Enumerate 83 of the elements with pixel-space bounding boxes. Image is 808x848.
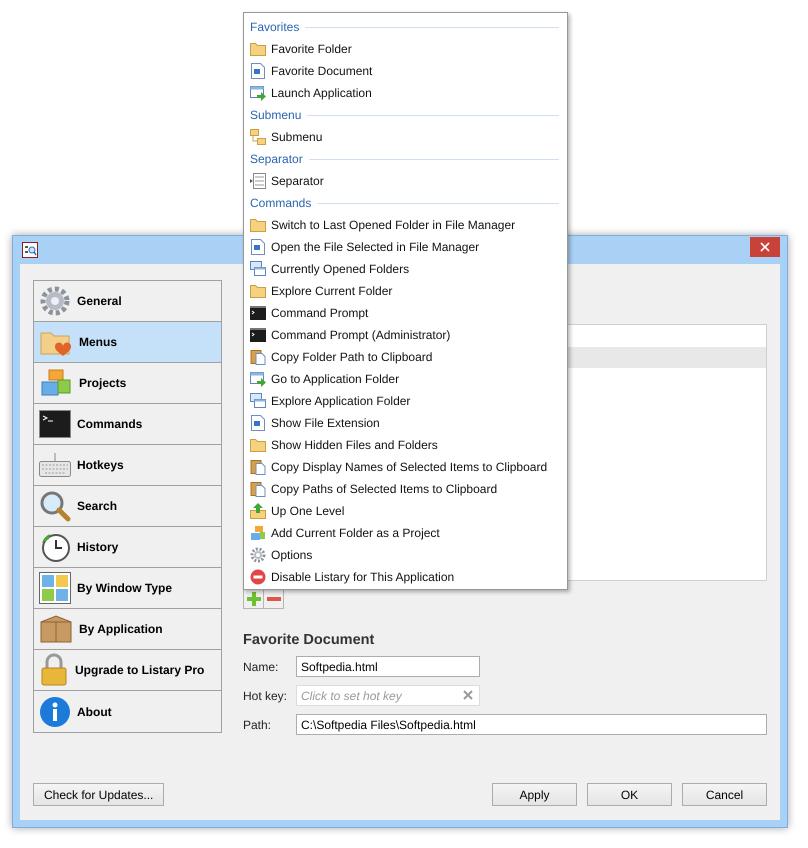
menu-item[interactable]: Up One Level (244, 500, 567, 522)
windows-icon (250, 261, 266, 277)
dialog-button[interactable]: Apply (492, 783, 577, 806)
search-icon (39, 490, 71, 522)
document-icon (250, 239, 266, 255)
menu-item[interactable]: Copy Paths of Selected Items to Clipboard (244, 478, 567, 500)
category-item[interactable]: Hotkeys (34, 445, 221, 486)
field-label: Name: (243, 660, 280, 674)
list-icon (250, 173, 266, 189)
dialog-button[interactable]: OK (587, 783, 672, 806)
menu-section-header: Separator (250, 152, 303, 166)
minus-icon (266, 596, 280, 600)
category-item[interactable]: Projects (34, 363, 221, 404)
clipboard-icon (250, 459, 266, 475)
menu-item[interactable]: Copy Folder Path to Clipboard (244, 346, 567, 368)
box-icon (39, 614, 73, 644)
document-icon (250, 63, 266, 79)
gear-icon (250, 547, 266, 563)
category-item[interactable]: History (34, 527, 221, 568)
field-label: Hot key: (243, 688, 288, 702)
window-grid-icon (39, 572, 71, 604)
document-icon (250, 415, 266, 431)
category-item[interactable]: By Window Type (34, 568, 221, 609)
menu-section-header: Submenu (250, 108, 302, 122)
terminal-icon (39, 410, 71, 438)
menu-item[interactable]: Command Prompt (244, 302, 567, 324)
menu-item[interactable]: Copy Display Names of Selected Items to Clipboard (244, 456, 567, 478)
menu-item[interactable]: Open the File Selected in File Manager (244, 236, 567, 258)
field-label: Path: (243, 718, 272, 732)
check-updates-button[interactable]: Check for Updates... (33, 783, 164, 806)
blocks-icon (250, 525, 266, 541)
category-item[interactable]: About (34, 691, 221, 732)
app-icon (22, 242, 38, 258)
folder-icon (250, 438, 266, 452)
hotkey-field[interactable]: Click to set hot key (296, 685, 480, 706)
section-heading: Favorite Document (243, 632, 376, 648)
close-icon (760, 242, 770, 252)
menu-item[interactable]: Separator (244, 170, 567, 192)
dialog-button[interactable]: Cancel (682, 783, 767, 806)
clock-icon (39, 531, 71, 563)
category-item[interactable]: By Application (34, 609, 221, 650)
lock-icon (39, 653, 69, 687)
menu-item[interactable]: Options (244, 544, 567, 566)
clipboard-icon (250, 349, 266, 365)
clear-icon[interactable] (463, 690, 473, 700)
folder-icon (250, 218, 266, 232)
menu-item[interactable]: Show Hidden Files and Folders (244, 434, 567, 456)
category-item[interactable]: Search (34, 486, 221, 527)
category-item[interactable]: Menus (34, 322, 221, 363)
menu-item[interactable]: Currently Opened Folders (244, 258, 567, 280)
plus-icon (246, 592, 260, 606)
menu-section-header: Commands (250, 196, 312, 210)
menu-item[interactable]: Disable Listary for This Application (244, 566, 567, 588)
stop-icon (250, 569, 266, 585)
clipboard-icon (250, 481, 266, 497)
info-icon (39, 696, 71, 728)
menu-item[interactable]: Command Prompt (Administrator) (244, 324, 567, 346)
terminal-icon (250, 306, 266, 320)
folder-tree-icon (250, 129, 266, 145)
folder-icon (250, 42, 266, 56)
category-item[interactable]: Upgrade to Listary Pro (34, 650, 221, 691)
up-arrow-folder-icon (250, 503, 266, 519)
remove-button[interactable] (263, 588, 284, 609)
folder-icon (250, 284, 266, 298)
menu-item[interactable]: Launch Application (244, 82, 567, 104)
menu-item[interactable]: Add Current Folder as a Project (244, 522, 567, 544)
terminal-icon (250, 328, 266, 342)
menu-item[interactable]: Favorite Document (244, 60, 567, 82)
windows-icon (250, 393, 266, 409)
menu-item[interactable]: Explore Application Folder (244, 390, 567, 412)
menu-item[interactable]: Favorite Folder (244, 38, 567, 60)
menu-item[interactable]: Show File Extension (244, 412, 567, 434)
menu-section-header: Favorites (250, 20, 300, 34)
keyboard-icon (39, 453, 71, 477)
menu-item[interactable]: Explore Current Folder (244, 280, 567, 302)
menu-item[interactable]: Switch to Last Opened Folder in File Manager (244, 214, 567, 236)
menu-item[interactable]: Submenu (244, 126, 567, 148)
close-button[interactable] (750, 237, 780, 257)
category-item[interactable]: Commands (34, 404, 221, 445)
menu-item[interactable]: Go to Application Folder (244, 368, 567, 390)
path-field[interactable]: C:\Softpedia Files\Softpedia.html (296, 714, 767, 735)
gear-icon (39, 285, 71, 317)
name-field[interactable]: Softpedia.html (296, 656, 480, 677)
